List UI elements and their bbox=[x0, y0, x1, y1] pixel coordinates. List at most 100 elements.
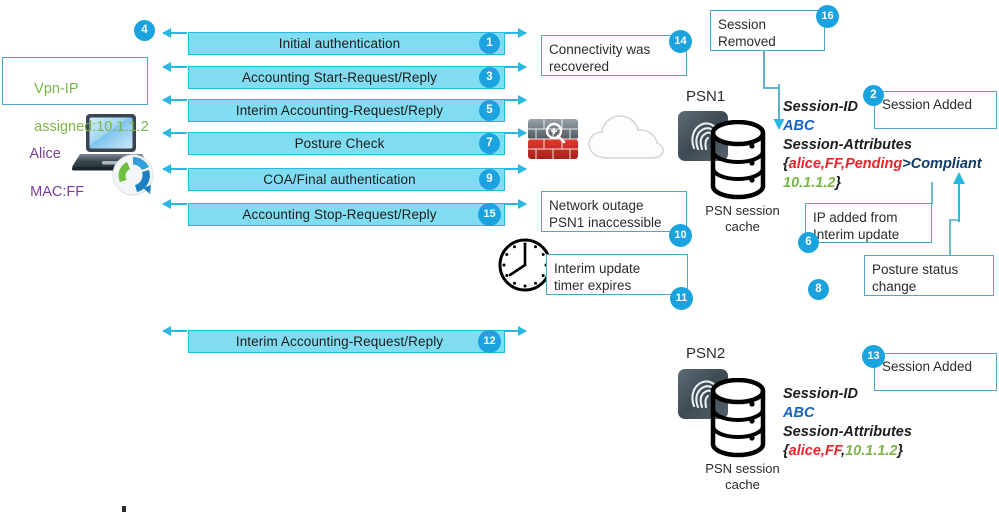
msg-arrow-left-3 bbox=[162, 95, 187, 105]
badge-7: 7 bbox=[479, 133, 500, 154]
badge-2: 2 bbox=[863, 85, 884, 106]
badge-1: 1 bbox=[479, 33, 500, 54]
msg-arrow-left-6 bbox=[162, 199, 187, 209]
message-bar-3: Interim Accounting-Request/Reply bbox=[188, 99, 505, 122]
psn2-attr-close: } bbox=[897, 443, 904, 459]
message-label-2: Accounting Start-Request/Reply bbox=[241, 70, 438, 85]
msg-arrow-right-5 bbox=[504, 164, 527, 174]
badge-14: 14 bbox=[669, 30, 692, 53]
badge-9: 9 bbox=[479, 169, 500, 190]
message-bar-6: Accounting Stop-Request/Reply bbox=[188, 203, 505, 226]
psn1-session-attributes-label: Session-Attributes bbox=[783, 137, 912, 153]
message-bar-5: COA/Final authentication bbox=[188, 168, 505, 191]
message-label-5: COA/Final authentication bbox=[263, 172, 416, 187]
message-bar-4: Posture Check bbox=[188, 132, 505, 155]
psn1-caption-line2: cache bbox=[725, 219, 760, 234]
cloud-icon bbox=[588, 115, 664, 159]
msg-arrow-right-6 bbox=[504, 199, 527, 209]
badge-13: 13 bbox=[862, 345, 885, 368]
session-removed-line1: Session bbox=[718, 17, 767, 32]
msg-arrow-left-5 bbox=[162, 164, 187, 174]
message-bar-2: Accounting Start-Request/Reply bbox=[188, 66, 505, 89]
psn2-caption-line1: PSN session bbox=[705, 461, 780, 476]
connectivity-line1: Connectivity was bbox=[549, 42, 651, 57]
session-added-psn1-text: Session Added bbox=[882, 97, 973, 112]
psn1-cache-caption: PSN session cache bbox=[690, 203, 795, 235]
session-added-psn2-text: Session Added bbox=[882, 359, 973, 374]
callout-session-removed: Session Removed bbox=[710, 10, 825, 51]
badge-5: 5 bbox=[479, 100, 500, 121]
psn2-session-attributes-label: Session-Attributes bbox=[783, 424, 912, 440]
psn2-session-details: Session-ID ABC Session-Attributes {alice… bbox=[783, 385, 912, 461]
interim-timer-line1: Interim update bbox=[554, 261, 641, 276]
msg-arrow-left-7 bbox=[162, 326, 187, 336]
posture-status-line1: Posture status bbox=[872, 262, 959, 277]
badge-4: 4 bbox=[134, 20, 155, 41]
diagram-canvas: Vpn-IP assigned:10.1.1.2 4 Alice MAC:FF bbox=[0, 0, 999, 515]
psn2-caption-line2: cache bbox=[725, 477, 760, 492]
callout-vpn-ip: Vpn-IP assigned:10.1.1.2 bbox=[2, 57, 149, 135]
message-bar-7: Interim Accounting-Request/Reply bbox=[188, 330, 505, 353]
posture-status-line2: change bbox=[872, 279, 917, 294]
callout-interim-timer: Interim update timer expires bbox=[546, 254, 688, 295]
psn2-session-attributes-value: {alice,FF,10.1.1.2} bbox=[783, 442, 912, 461]
msg-arrow-right-1 bbox=[504, 28, 527, 38]
callout-interim-timer-text: Interim update timer expires bbox=[554, 259, 680, 294]
connector-posture-to-compliant bbox=[949, 172, 965, 256]
callout-session-added-psn2: Session Added bbox=[874, 353, 997, 391]
callout-network-outage-text: Network outage PSN1 inaccessible bbox=[549, 196, 679, 231]
callout-network-outage: Network outage PSN1 inaccessible bbox=[541, 191, 687, 232]
psn1-attr-close: } bbox=[835, 175, 842, 191]
msg-arrow-left-4 bbox=[162, 128, 187, 138]
session-removed-line2: Removed bbox=[718, 34, 776, 49]
badge-11: 11 bbox=[670, 287, 693, 310]
callout-connectivity-recovered: Connectivity was recovered bbox=[541, 35, 687, 76]
message-label-1: Initial authentication bbox=[278, 36, 401, 51]
network-outage-line2: PSN1 inaccessible bbox=[549, 215, 662, 230]
callout-ip-added: IP added from Interim update bbox=[805, 203, 932, 243]
ip-added-line2: Interim update bbox=[813, 227, 900, 242]
callout-posture-status: Posture status change bbox=[864, 255, 994, 296]
page-artifact-mark bbox=[122, 506, 126, 512]
interim-timer-line2: timer expires bbox=[554, 278, 632, 293]
endpoint-mac: MAC:FF bbox=[30, 184, 85, 200]
psn2-attr-green: 10.1.1.2 bbox=[845, 443, 898, 459]
callout-session-added-psn1: Session Added bbox=[874, 91, 997, 129]
msg-arrow-right-2 bbox=[504, 62, 527, 72]
network-outage-line1: Network outage bbox=[549, 198, 644, 213]
msg-arrow-left-1 bbox=[162, 28, 187, 38]
vpn-ip-line2: assigned:10.1.1.2 bbox=[34, 119, 149, 135]
badge-12: 12 bbox=[478, 330, 501, 353]
msg-arrow-right-7 bbox=[504, 326, 527, 336]
message-label-4: Posture Check bbox=[294, 136, 385, 151]
msg-arrow-right-3 bbox=[504, 95, 527, 105]
database-cylinder-icon bbox=[710, 120, 766, 200]
connectivity-line2: recovered bbox=[549, 59, 610, 74]
callout-connectivity-text: Connectivity was recovered bbox=[549, 40, 679, 75]
callout-ip-added-text: IP added from Interim update bbox=[813, 208, 924, 243]
ip-added-line1: IP added from bbox=[813, 210, 898, 225]
msg-arrow-right-4 bbox=[504, 128, 527, 138]
vpn-ip-text: Vpn-IP assigned:10.1.1.2 bbox=[10, 61, 149, 156]
psn2-attr-red-mac: FF bbox=[824, 443, 842, 459]
badge-16: 16 bbox=[816, 5, 839, 28]
callout-posture-status-text: Posture status change bbox=[872, 260, 986, 295]
clock-icon bbox=[498, 238, 552, 292]
psn1-attr-green: 10.1.1.2 bbox=[783, 175, 836, 191]
message-label-3: Interim Accounting-Request/Reply bbox=[235, 103, 444, 118]
database-cylinder-icon-psn2 bbox=[710, 378, 766, 458]
message-label-7: Interim Accounting-Request/Reply bbox=[235, 334, 444, 349]
message-label-6: Accounting Stop-Request/Reply bbox=[242, 207, 437, 222]
psn2-label: PSN2 bbox=[686, 345, 726, 362]
badge-3: 3 bbox=[479, 67, 500, 88]
msg-arrow-left-2 bbox=[162, 62, 187, 72]
psn1-caption-line1: PSN session bbox=[705, 203, 780, 218]
anyconnect-icon bbox=[112, 154, 154, 196]
badge-10: 10 bbox=[669, 224, 692, 247]
firewall-icon bbox=[528, 119, 578, 159]
psn2-session-id-value: ABC bbox=[783, 405, 815, 421]
badge-15: 15 bbox=[478, 203, 501, 226]
message-bar-1: Initial authentication bbox=[188, 32, 505, 55]
badge-8: 8 bbox=[808, 279, 829, 300]
psn1-label: PSN1 bbox=[686, 88, 726, 105]
